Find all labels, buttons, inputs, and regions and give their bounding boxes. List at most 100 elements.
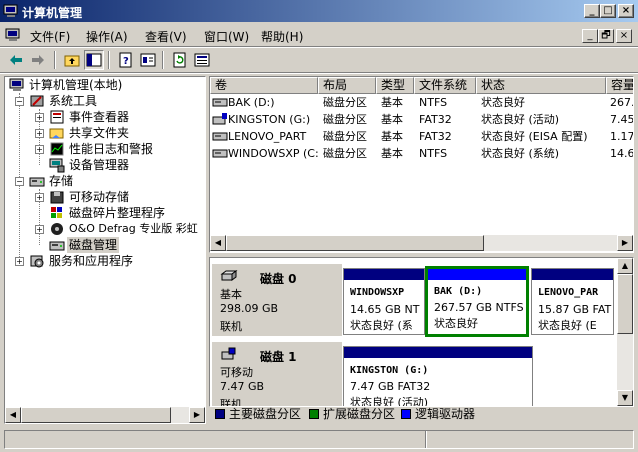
minimize-button[interactable]: _	[584, 4, 600, 18]
disk-vertical-scrollbar[interactable]: ▲ ▼	[617, 258, 633, 406]
maximize-button[interactable]: □	[600, 4, 616, 18]
scrollbar-thumb[interactable]	[226, 235, 484, 251]
column-header-type[interactable]: 类型	[376, 77, 414, 94]
tree-item-defragmenter[interactable]: 磁盘碎片整理程序	[5, 205, 205, 221]
partition-name: WINDOWSXP	[350, 287, 405, 298]
title-bar[interactable]: 计算机管理 _ □ ×	[0, 0, 638, 22]
expand-toggle[interactable]: +	[15, 257, 24, 266]
tree-item-storage[interactable]: − 存储	[5, 173, 205, 189]
table-row[interactable]: LENOVO_PART 磁盘分区 基本 FAT32 状态良好 (EISA 配置)…	[210, 128, 633, 145]
menu-window[interactable]: 窗口(W)	[204, 28, 249, 45]
column-header-filesystem[interactable]: 文件系统	[414, 77, 476, 94]
refresh-icon[interactable]	[170, 50, 190, 70]
scroll-right-arrow-icon[interactable]: ▶	[617, 235, 633, 251]
child-minimize-button[interactable]: _	[582, 29, 598, 43]
export-list-icon[interactable]	[192, 50, 212, 70]
tree-item-disk-management[interactable]: 磁盘管理	[5, 237, 205, 253]
disk-type: 基本	[220, 288, 242, 301]
volume-filesystem: FAT32	[419, 130, 452, 143]
table-row[interactable]: BAK (D:) 磁盘分区 基本 NTFS 状态良好 267.	[210, 94, 633, 111]
shared-folders-icon	[49, 125, 65, 141]
scroll-down-arrow-icon[interactable]: ▼	[617, 390, 633, 406]
menu-action[interactable]: 操作(A)	[86, 28, 128, 45]
child-close-button[interactable]: ×	[616, 29, 632, 43]
list-horizontal-scrollbar[interactable]: ◀ ▶	[210, 235, 633, 251]
scroll-left-arrow-icon[interactable]: ◀	[5, 407, 21, 423]
system-tools-icon	[29, 93, 45, 109]
volume-name: WINDOWSXP (C:)	[228, 147, 318, 160]
disk-title: 磁盘 0	[260, 272, 297, 286]
volume-status: 状态良好	[481, 96, 525, 109]
menu-help[interactable]: 帮助(H)	[261, 28, 303, 45]
scroll-right-arrow-icon[interactable]: ▶	[189, 407, 205, 423]
partition-lenovo-part[interactable]: LENOVO_PAR 15.87 GB FAT 状态良好 (E	[531, 268, 614, 335]
column-header-volume[interactable]: 卷	[210, 77, 318, 94]
tree-item-label: O&O Defrag 专业版 彩虹	[69, 222, 198, 235]
help-icon[interactable]: ?	[116, 50, 136, 70]
computer-management-icon	[9, 77, 25, 93]
tree-item-removable-storage[interactable]: + 可移动存储	[5, 189, 205, 205]
disk-1-label[interactable]: 磁盘 1 可移动 7.47 GB 联机	[212, 342, 342, 406]
tree-item-performance-logs[interactable]: + 性能日志和警报	[5, 141, 205, 157]
back-icon[interactable]	[6, 50, 26, 70]
volume-layout: 磁盘分区	[323, 113, 367, 126]
disk-0-label[interactable]: 磁盘 0 基本 298.09 GB 联机	[212, 264, 342, 336]
collapse-toggle[interactable]: −	[15, 97, 24, 106]
scrollbar-thumb[interactable]	[21, 407, 171, 423]
partition-bak-selected[interactable]: BAK (D:) 267.57 GB NTFS 状态良好	[425, 266, 529, 337]
scroll-up-arrow-icon[interactable]: ▲	[617, 258, 633, 274]
scroll-left-arrow-icon[interactable]: ◀	[210, 235, 226, 251]
volume-capacity: 14.6	[610, 147, 634, 160]
partition-type-bar	[428, 269, 526, 280]
partition-legend: 主要磁盘分区 扩展磁盘分区 逻辑驱动器	[209, 407, 634, 424]
tree-item-device-manager[interactable]: 设备管理器	[5, 157, 205, 173]
properties-icon[interactable]	[138, 50, 158, 70]
mmc-document-icon[interactable]	[5, 27, 21, 43]
tree-item-oo-defrag[interactable]: + O&O Defrag 专业版 彩虹	[5, 221, 205, 237]
disk-type: 可移动	[220, 366, 253, 379]
tree-item-event-viewer[interactable]: + 事件查看器	[5, 109, 205, 125]
show-hide-tree-icon[interactable]	[84, 50, 104, 70]
legend-logical-swatch	[401, 409, 411, 419]
legend-extended-swatch	[309, 409, 319, 419]
column-header-layout[interactable]: 布局	[318, 77, 376, 94]
console-tree[interactable]: 计算机管理(本地) − 系统工具 + 事件查看器 + 共享文件夹 + 性能日志和…	[4, 76, 206, 424]
close-button[interactable]: ×	[618, 4, 634, 18]
expand-toggle[interactable]: +	[35, 225, 44, 234]
tree-item-shared-folders[interactable]: + 共享文件夹	[5, 125, 205, 141]
expand-toggle[interactable]: +	[35, 145, 44, 154]
scrollbar-thumb[interactable]	[617, 274, 633, 334]
legend-logical-label: 逻辑驱动器	[415, 407, 476, 421]
disk-title: 磁盘 1	[260, 350, 297, 364]
up-folder-icon[interactable]	[62, 50, 82, 70]
disk-management-icon	[49, 237, 65, 253]
expand-toggle[interactable]: +	[35, 113, 44, 122]
services-apps-icon	[29, 253, 45, 269]
volume-list[interactable]: 卷 布局 类型 文件系统 状态 容量 BAK (D:) 磁盘分区 基本 NTFS…	[209, 76, 634, 253]
menu-view[interactable]: 查看(V)	[145, 28, 187, 45]
table-row[interactable]: KINGSTON (G:) 磁盘分区 基本 FAT32 状态良好 (活动) 7.…	[210, 111, 633, 128]
expand-toggle[interactable]: +	[35, 193, 44, 202]
partition-kingston[interactable]: KINGSTON (G:) 7.47 GB FAT32 状态良好 (活动)	[343, 346, 533, 406]
tree-item-label: 设备管理器	[69, 158, 130, 172]
column-header-capacity[interactable]: 容量	[606, 77, 633, 94]
partition-size: 15.87 GB FAT	[538, 303, 612, 316]
forward-icon[interactable]	[28, 50, 48, 70]
tree-item-services-apps[interactable]: + 服务和应用程序	[5, 253, 205, 269]
legend-primary-swatch	[215, 409, 225, 419]
toolbar-separator-line	[0, 72, 638, 74]
expand-toggle[interactable]: +	[35, 129, 44, 138]
partition-status: 状态良好 (系	[350, 319, 413, 332]
child-restore-button[interactable]: 🗗	[598, 29, 614, 43]
menu-file[interactable]: 文件(F)	[30, 28, 70, 45]
table-row[interactable]: WINDOWSXP (C:) 磁盘分区 基本 NTFS 状态良好 (系统) 14…	[210, 145, 634, 162]
disk-graphical-view[interactable]: 磁盘 0 基本 298.09 GB 联机 WINDOWSXP 14.65 GB …	[209, 257, 634, 407]
partition-status: 状态良好 (E	[538, 319, 597, 332]
collapse-toggle[interactable]: −	[15, 177, 24, 186]
column-header-status[interactable]: 状态	[476, 77, 606, 94]
partition-windowsxp[interactable]: WINDOWSXP 14.65 GB NT 状态良好 (系	[343, 268, 425, 335]
volume-filesystem: NTFS	[419, 96, 448, 109]
storage-icon	[29, 173, 45, 189]
tree-item-system-tools[interactable]: − 系统工具	[5, 93, 205, 109]
tree-horizontal-scrollbar[interactable]: ◀ ▶	[5, 407, 205, 423]
